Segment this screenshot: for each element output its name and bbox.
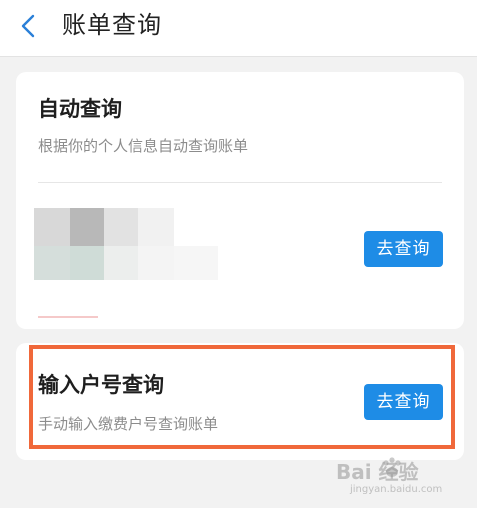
page-title: 账单查询 bbox=[62, 11, 162, 39]
highlight-box bbox=[29, 345, 455, 449]
paw-icon bbox=[383, 457, 401, 477]
watermark-site: jingyan.baidu.com bbox=[350, 484, 443, 495]
divider bbox=[38, 182, 442, 183]
blurred-account-info bbox=[34, 208, 234, 318]
watermark-logo: Bai 经验 bbox=[336, 460, 419, 484]
back-arrow-icon[interactable] bbox=[18, 13, 42, 39]
auto-query-subtitle: 根据你的个人信息自动查询账单 bbox=[38, 137, 249, 155]
watermark: Bai 经验 jingyan.baidu.com bbox=[336, 456, 466, 506]
top-bar: 账单查询 bbox=[0, 0, 477, 57]
auto-query-button[interactable]: 去查询 bbox=[364, 231, 443, 267]
auto-query-card: 自动查询 根据你的个人信息自动查询账单 去查询 bbox=[16, 72, 464, 329]
auto-query-title: 自动查询 bbox=[38, 97, 122, 121]
